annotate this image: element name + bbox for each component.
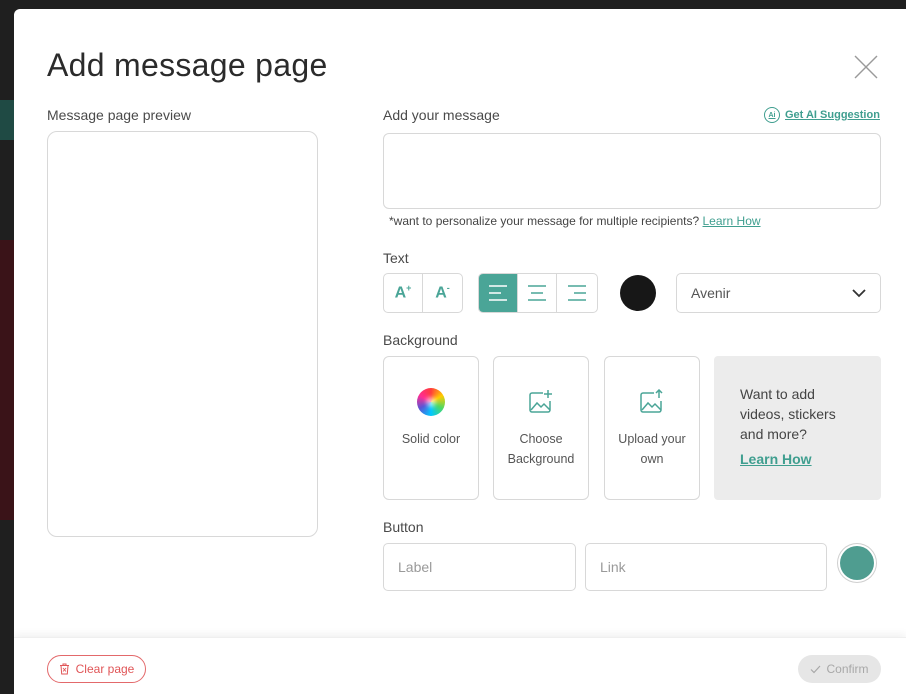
button-link-input[interactable] bbox=[585, 543, 827, 591]
align-left-icon bbox=[489, 285, 507, 301]
backdrop-strip bbox=[0, 240, 14, 520]
button-label-input[interactable] bbox=[383, 543, 576, 591]
font-size-decrease-button[interactable]: A- bbox=[423, 274, 462, 312]
upload-your-own-label: Upload your own bbox=[618, 432, 686, 466]
font-family-select[interactable]: Avenir bbox=[676, 273, 881, 313]
text-alignment-group bbox=[478, 273, 598, 313]
clear-page-label: Clear page bbox=[75, 662, 135, 676]
promo-learn-how-link[interactable]: Learn How bbox=[740, 451, 812, 467]
personalize-note-text: *want to personalize your message for mu… bbox=[389, 214, 700, 228]
message-textarea[interactable] bbox=[383, 133, 881, 209]
more-features-promo: Want to add videos, stickers and more? L… bbox=[714, 356, 881, 500]
font-family-value: Avenir bbox=[691, 285, 731, 301]
message-page-preview bbox=[47, 131, 318, 537]
solid-color-label: Solid color bbox=[401, 432, 461, 446]
choose-background-option[interactable]: Choose Background bbox=[493, 356, 589, 500]
image-add-icon bbox=[529, 390, 552, 413]
align-center-button[interactable] bbox=[518, 274, 557, 312]
confirm-label: Confirm bbox=[826, 662, 869, 676]
font-size-increase-button[interactable]: A+ bbox=[384, 274, 423, 312]
personalize-note: *want to personalize your message for mu… bbox=[389, 214, 761, 228]
align-center-icon bbox=[528, 285, 546, 301]
chevron-down-icon bbox=[852, 288, 866, 297]
preview-label: Message page preview bbox=[47, 107, 191, 123]
solid-color-option[interactable]: Solid color bbox=[383, 356, 479, 500]
font-size-decrease-icon: A- bbox=[435, 283, 450, 302]
modal-footer: Clear page Confirm bbox=[14, 637, 906, 694]
close-icon[interactable] bbox=[852, 53, 880, 81]
color-wheel-icon bbox=[417, 388, 445, 416]
ai-suggestion-label: Get AI Suggestion bbox=[785, 109, 880, 121]
message-label: Add your message bbox=[383, 107, 500, 123]
upload-your-own-option[interactable]: Upload your own bbox=[604, 356, 700, 500]
confirm-button[interactable]: Confirm bbox=[798, 655, 881, 683]
text-color-picker[interactable] bbox=[620, 275, 656, 311]
image-upload-icon bbox=[640, 389, 663, 413]
backdrop-strip bbox=[0, 100, 14, 140]
add-message-page-modal: Add message page Message page preview Ad… bbox=[14, 9, 906, 694]
ai-icon: Ai bbox=[764, 107, 780, 123]
clear-page-button[interactable]: Clear page bbox=[47, 655, 146, 683]
button-section-label: Button bbox=[383, 519, 424, 535]
promo-text: Want to add videos, stickers and more? bbox=[740, 386, 836, 442]
get-ai-suggestion-link[interactable]: Ai Get AI Suggestion bbox=[764, 107, 880, 123]
modal-title: Add message page bbox=[47, 47, 328, 83]
font-size-group: A+ A- bbox=[383, 273, 463, 313]
choose-background-label: Choose Background bbox=[507, 432, 575, 466]
checkmark-icon bbox=[811, 665, 821, 673]
text-label: Text bbox=[383, 250, 409, 266]
align-right-button[interactable] bbox=[557, 274, 596, 312]
background-label: Background bbox=[383, 332, 458, 348]
button-color-picker[interactable] bbox=[840, 546, 874, 580]
learn-how-link[interactable]: Learn How bbox=[703, 214, 761, 228]
trash-icon bbox=[59, 663, 69, 675]
align-left-button[interactable] bbox=[479, 274, 518, 312]
font-size-increase-icon: A+ bbox=[394, 283, 412, 302]
align-right-icon bbox=[567, 285, 586, 301]
